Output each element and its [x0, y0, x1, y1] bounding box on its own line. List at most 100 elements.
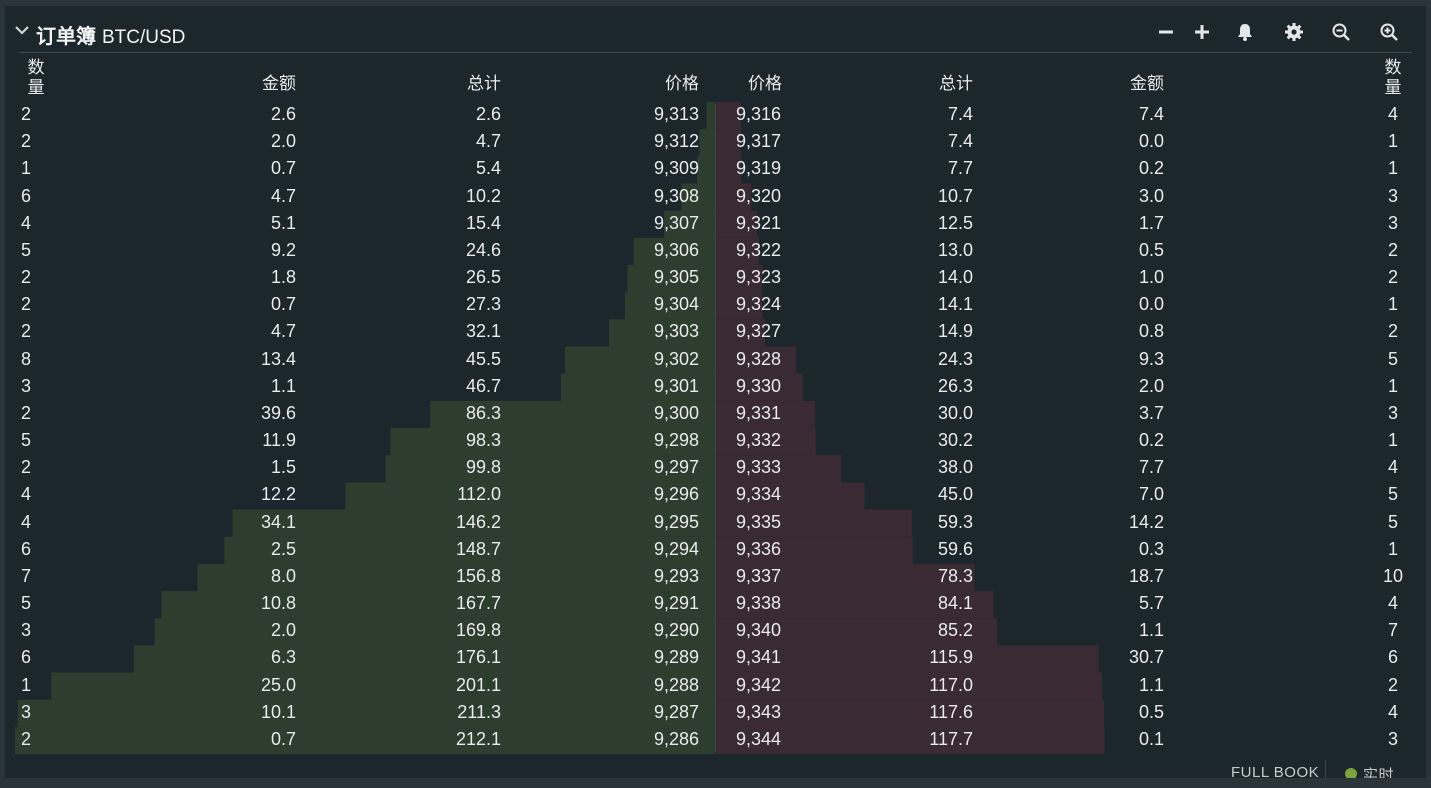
ask-amount: 18.7: [1128, 565, 1164, 586]
table-row[interactable]: 4 5.1 15.4 9,307 9,321 12.5 1.7 3: [5, 210, 1426, 237]
ask-price-header: 价格: [748, 74, 782, 93]
bid-price: 9,288: [653, 674, 699, 695]
table-row[interactable]: 7 8.0 156.8 9,293 9,337 78.3 18.7 10: [5, 563, 1426, 590]
ask-price: 9,330: [736, 375, 782, 396]
bid-price: 9,297: [653, 457, 699, 478]
table-row[interactable]: 3 2.0 169.8 9,290 9,340 85.2 1.1 7: [5, 617, 1426, 644]
table-row[interactable]: 2 0.7 27.3 9,304 9,324 14.1 0.0 1: [5, 291, 1426, 318]
table-row[interactable]: 2 4.7 32.1 9,303 9,327 14.9 0.8 2: [5, 318, 1426, 345]
bid-total: 2.6: [475, 104, 501, 124]
ask-amount: 0.2: [1138, 430, 1164, 451]
ask-count: 3: [1387, 185, 1398, 206]
bid-amount: 11.9: [262, 430, 296, 451]
bid-price-header: 价格: [665, 74, 699, 93]
bid-amount: 1.1: [270, 375, 296, 396]
bid-count: 4: [21, 511, 32, 532]
ask-price: 9,328: [736, 348, 782, 369]
table-row[interactable]: 4 12.2 112.0 9,296 9,334 45.0 7.0 5: [5, 481, 1426, 508]
table-row[interactable]: 6 6.3 176.1 9,289 9,341 115.9 30.7 6: [5, 644, 1426, 671]
ask-price: 9,317: [736, 131, 782, 152]
bid-count: 2: [21, 457, 32, 478]
ask-count: 2: [1387, 239, 1398, 260]
bid-total: 24.6: [465, 239, 501, 260]
ask-amount: 0.8: [1138, 321, 1164, 342]
bid-total: 148.7: [455, 538, 501, 559]
bid-amount: 1.8: [270, 267, 296, 288]
bid-amount: 4.7: [270, 321, 296, 342]
ask-total: 84.1: [937, 593, 973, 614]
live-status-label[interactable]: 实时: [1363, 764, 1394, 778]
ask-total: 7.4: [947, 131, 973, 152]
bid-count: 7: [21, 565, 32, 586]
ask-count: 4: [1387, 457, 1398, 478]
bid-total: 27.3: [465, 294, 501, 315]
table-row[interactable]: 1 25.0 201.1 9,288 9,342 117.0 1.1 2: [5, 672, 1426, 699]
ask-price: 9,341: [736, 647, 782, 668]
bid-total: 176.1: [455, 647, 501, 668]
bid-amount: 1.5: [270, 457, 296, 478]
bid-total: 169.8: [455, 620, 501, 641]
ask-amount: 9.3: [1138, 348, 1164, 369]
bid-total: 99.8: [465, 457, 501, 478]
ask-amount: 3.0: [1138, 185, 1164, 206]
ask-count: 2: [1387, 674, 1398, 695]
ask-count: 6: [1387, 647, 1398, 668]
bid-count: 3: [21, 701, 32, 722]
ask-total: 117.6: [929, 701, 973, 722]
bid-count: 6: [21, 647, 32, 668]
ask-amount: 30.7: [1128, 647, 1164, 668]
table-row[interactable]: 3 10.1 211.3 9,287 9,343 117.6 0.5 4: [5, 699, 1426, 726]
table-row[interactable]: 1 0.7 5.4 9,309 9,319 7.7 0.2 1: [5, 155, 1426, 182]
bid-price: 9,306: [653, 239, 699, 260]
ask-total: 14.9: [937, 321, 973, 342]
bid-price: 9,291: [653, 593, 699, 614]
bid-amount: 6.3: [270, 647, 296, 668]
ask-amount: 0.2: [1138, 158, 1164, 179]
ask-price: 9,321: [736, 212, 782, 233]
bid-total: 146.2: [455, 511, 501, 532]
bid-count: 1: [21, 158, 32, 179]
table-row[interactable]: 6 4.7 10.2 9,308 9,320 10.7 3.0 3: [5, 183, 1426, 210]
bid-price: 9,313: [653, 104, 699, 124]
table-row[interactable]: 8 13.4 45.5 9,302 9,328 24.3 9.3 5: [5, 346, 1426, 373]
ask-amount: 14.2: [1128, 511, 1164, 532]
ask-amount: 0.5: [1138, 701, 1164, 722]
table-row[interactable]: 2 1.5 99.8 9,297 9,333 38.0 7.7 4: [5, 454, 1426, 481]
ask-total: 59.3: [937, 511, 973, 532]
ask-amount: 1.1: [1138, 620, 1164, 641]
table-row[interactable]: 2 2.0 4.7 9,312 9,317 7.4 0.0 1: [5, 128, 1426, 155]
ask-amount: 5.7: [1138, 593, 1164, 614]
table-row[interactable]: 4 34.1 146.2 9,295 9,335 59.3 14.2 5: [5, 509, 1426, 536]
bid-price: 9,293: [653, 565, 699, 586]
ask-price: 9,333: [736, 457, 782, 478]
table-row[interactable]: 2 2.6 2.6 9,313 9,316 7.4 7.4 4: [5, 101, 1426, 128]
ask-count: 5: [1387, 484, 1398, 505]
table-row[interactable]: 2 1.8 26.5 9,305 9,323 14.0 1.0 2: [5, 264, 1426, 291]
table-row[interactable]: 5 9.2 24.6 9,306 9,322 13.0 0.5 2: [5, 237, 1426, 264]
bid-count: 5: [21, 239, 32, 260]
bid-total: 156.8: [455, 565, 501, 586]
ask-amount: 0.0: [1138, 294, 1164, 315]
ask-count: 10: [1382, 565, 1404, 586]
bid-total: 98.3: [465, 430, 501, 451]
bid-total: 4.7: [475, 131, 501, 152]
table-row[interactable]: 5 11.9 98.3 9,298 9,332 30.2 0.2 1: [5, 427, 1426, 454]
table-row[interactable]: 2 0.7 212.1 9,286 9,344 117.7 0.1 3: [5, 726, 1426, 753]
bid-amount: 25.0: [260, 674, 296, 695]
bid-amount: 2.0: [270, 620, 296, 641]
ask-count: 7: [1387, 620, 1398, 641]
ask-count: 4: [1387, 593, 1398, 614]
table-row[interactable]: 2 39.6 86.3 9,300 9,331 30.0 3.7 3: [5, 400, 1426, 427]
bid-amount: 34.1: [260, 511, 296, 532]
table-row[interactable]: 3 1.1 46.7 9,301 9,330 26.3 2.0 1: [5, 373, 1426, 400]
table-row[interactable]: 6 2.5 148.7 9,294 9,336 59.6 0.3 1: [5, 536, 1426, 563]
ask-price: 9,342: [736, 674, 782, 695]
bid-amount: 0.7: [270, 158, 296, 179]
table-row[interactable]: 5 10.8 167.7 9,291 9,338 84.1 5.7 4: [5, 590, 1426, 617]
bid-count: 2: [21, 728, 32, 749]
ask-amount: 7.7: [1138, 457, 1164, 478]
full-book-link[interactable]: FULL BOOK: [1231, 764, 1319, 778]
ask-price: 9,327: [736, 321, 782, 342]
ask-total: 24.3: [937, 348, 973, 369]
bid-count-header: 数量: [27, 58, 45, 97]
